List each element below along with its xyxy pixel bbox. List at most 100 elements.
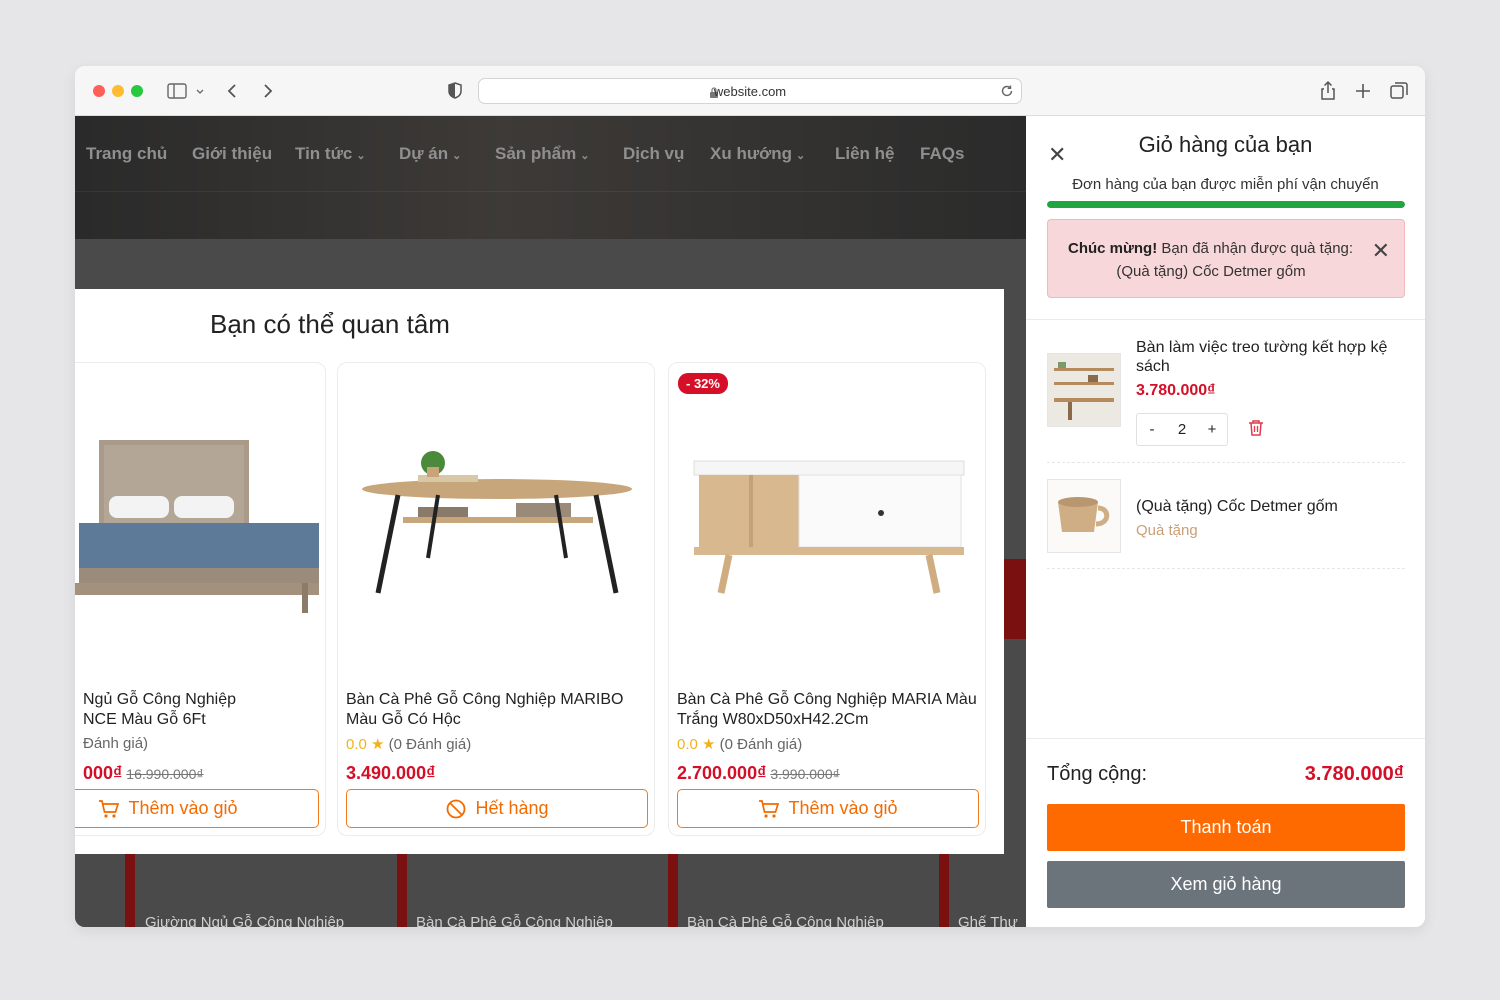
back-icon[interactable] [221,79,245,103]
divider [1026,319,1425,320]
cart-item-name[interactable]: (Quà tặng) Cốc Detmer gốm [1136,497,1406,516]
total-label: Tổng cộng: [1047,763,1148,785]
url-text: website.com [713,84,787,99]
background-product-caption: Bàn Cà Phê Gỗ Công Nghiệp [687,914,884,927]
cart-item-name[interactable]: Bàn làm việc treo tường kết hợp kệ sách [1136,338,1406,376]
reload-icon[interactable] [999,83,1015,104]
nav-item-trends-label: Xu hướng [710,144,792,163]
product-name[interactable]: Bàn Cà Phê Gỗ Công Nghiệp MARIBO Màu Gỗ … [346,690,646,730]
add-to-cart-button[interactable]: Thêm vào giỏ [75,789,319,828]
trash-icon[interactable] [1248,419,1264,442]
divider [1047,462,1405,463]
gift-alert-gift: (Quà tặng) Cốc Detmer gốm [1116,263,1306,280]
cart-item-price: 3.780.000₫ [1136,382,1216,399]
divider [1026,738,1425,739]
nav-item-products[interactable]: Sản phẩm ⌄ [495,144,589,164]
add-to-cart-button[interactable]: Thêm vào giỏ [677,789,979,828]
close-window-button[interactable] [93,85,105,97]
product-price: 3.490.000₫ [346,763,435,784]
quantity-stepper: - 2 + [1136,413,1228,446]
nav-item-about[interactable]: Giới thiệu [192,144,272,164]
tab-overview-icon[interactable] [1387,79,1411,103]
nav-item-products-label: Sản phẩm [495,144,577,163]
product-card[interactable]: - 32% Bàn Cà Phê Gỗ Công Nghiệp MARIA Mà… [668,362,986,836]
nav-item-contact[interactable]: Liên hệ [835,144,895,164]
close-icon[interactable]: ✕ [1372,238,1390,264]
product-name[interactable]: Ngủ Gỗ Công Nghiệp NCE Màu Gỗ 6Ft [83,690,317,730]
bed-image [75,383,325,668]
product-rating: 0.0 ★ (0 Đánh giá) [677,735,802,753]
privacy-shield-icon[interactable] [443,79,467,103]
popup-title: Bạn có thể quan tâm [210,309,450,339]
quantity-increase-button[interactable]: + [1197,421,1227,438]
old-price: 16.990.000₫ [126,766,204,782]
sidebar-toggle-icon[interactable] [166,79,204,103]
share-icon[interactable] [1316,79,1340,103]
product-rating: Đánh giá) [83,735,148,752]
out-of-stock-label: Hết hàng [475,798,549,818]
cart-icon [99,799,120,818]
add-to-cart-label: Thêm vào giỏ [788,798,898,818]
product-name[interactable]: Bàn Cà Phê Gỗ Công Nghiệp MARIA Màu Trắn… [677,690,977,730]
rating-text: (0 Đánh giá) [388,736,472,753]
product-card[interactable]: Bàn Cà Phê Gỗ Công Nghiệp MARIBO Màu Gỗ … [337,362,655,836]
wall-desk-image[interactable] [1047,353,1121,427]
checkout-button[interactable]: Thanh toán [1047,804,1405,851]
quantity-decrease-button[interactable]: - [1137,421,1167,438]
forward-icon[interactable] [255,79,279,103]
nav-item-news[interactable]: Tin tức ⌄ [295,144,366,164]
product-rating: 0.0 ★ (0 Đánh giá) [346,735,471,753]
chevron-down-icon: ⌄ [580,150,590,162]
add-to-cart-label: Thêm vào giỏ [128,798,238,818]
old-price: 3.990.000₫ [770,766,840,782]
free-shipping-progress-fill [1047,201,1405,208]
background-product-caption: Giường Ngủ Gỗ Công Nghiệp [145,914,345,927]
current-price: 000₫ [83,763,123,783]
nav-item-faqs[interactable]: FAQs [920,144,964,164]
cart-title: Giỏ hàng của bạn [1138,132,1313,157]
total-value: 3.780.000₫ [1304,763,1404,785]
chevron-down-icon: ⌄ [356,150,366,162]
star-icon: ★ [371,736,385,753]
nav-item-trends[interactable]: Xu hướng ⌄ [710,144,805,164]
gift-alert-text: Bạn đã nhận được quà tặng: [1157,240,1354,257]
cart-drawer: ✕ Giỏ hàng của bạn Đơn hàng của bạn được… [1026,116,1425,927]
nav-item-projects[interactable]: Dự án ⌄ [399,144,461,164]
browser-window: website.com Trang chủ Giới thiệu Tin tức… [75,66,1425,927]
quantity-value[interactable]: 2 [1167,421,1197,438]
ceramic-cup-image[interactable] [1047,479,1121,553]
nav-item-projects-label: Dự án [399,144,449,163]
star-icon: ★ [702,736,716,753]
gift-label: Quà tặng [1136,522,1198,539]
out-of-stock-button[interactable]: Hết hàng [346,789,648,828]
background-product-caption: Bàn Cà Phê Gỗ Công Nghiệp [416,914,613,927]
website-page: Trang chủ Giới thiệu Tin tức ⌄ Dự án ⌄ Sản… [75,116,1026,927]
rating-text: Đánh giá) [83,735,149,752]
chevron-down-icon: ⌄ [452,150,462,162]
main-nav: Trang chủ Giới thiệu Tin tức ⌄ Dự án ⌄ Sản… [75,116,1026,192]
gift-alert-message: Chúc mừng! Bạn đã nhận được quà tặng: [1068,240,1353,257]
background-divider [1004,559,1026,639]
free-shipping-progress [1047,201,1405,208]
nav-item-home[interactable]: Trang chủ [86,144,167,164]
maximize-window-button[interactable] [131,85,143,97]
browser-toolbar: website.com [75,66,1425,116]
chevron-down-icon: ⌄ [796,150,806,162]
address-bar[interactable]: website.com [478,78,1022,104]
gift-alert-heading: Chúc mừng! [1068,240,1158,257]
nav-item-services[interactable]: Dịch vụ [623,144,684,164]
gift-alert: Chúc mừng! Bạn đã nhận được quà tặng: (Q… [1047,219,1405,298]
product-card[interactable]: Ngủ Gỗ Công Nghiệp NCE Màu Gỗ 6Ft Đánh g… [75,362,326,836]
discount-badge: - 32% [678,373,728,394]
new-tab-icon[interactable] [1351,79,1375,103]
cart-icon [759,799,780,818]
current-price: 2.700.000₫ [677,763,767,783]
minimize-window-button[interactable] [112,85,124,97]
background-product-caption: Ghế Thư [958,914,1018,927]
nav-item-news-label: Tin tức [295,144,353,163]
free-shipping-text: Đơn hàng của bạn được miễn phí vận chuyể… [1072,176,1379,193]
view-cart-button[interactable]: Xem giỏ hàng [1047,861,1405,908]
current-price: 3.490.000₫ [346,763,436,783]
divider [1047,568,1405,569]
product-price: 000₫ 16.990.000₫ [83,763,204,784]
